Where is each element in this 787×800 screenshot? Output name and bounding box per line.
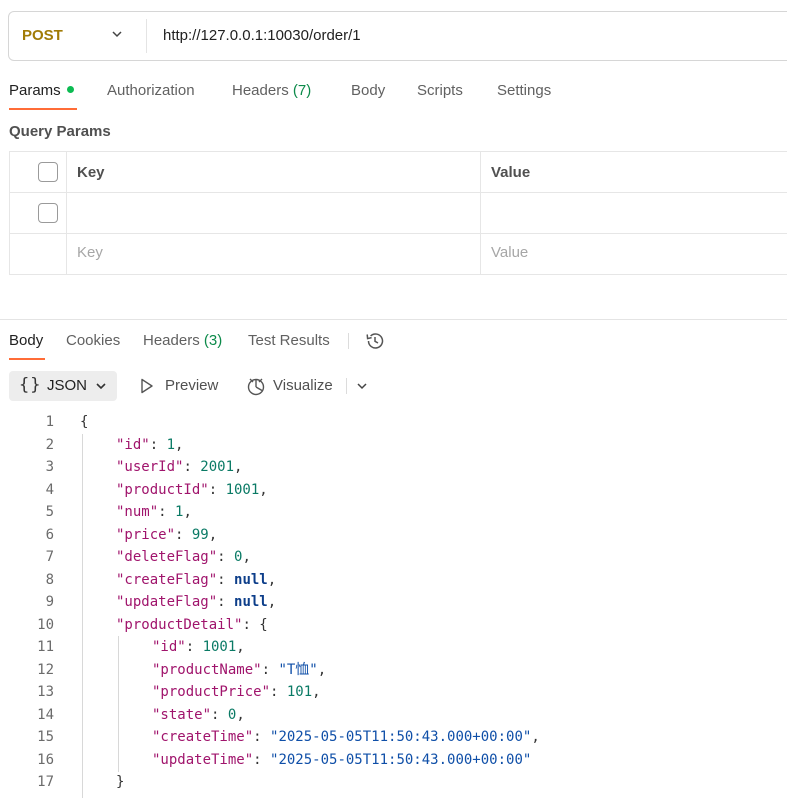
code-token: : xyxy=(261,661,279,678)
code-token: , xyxy=(234,459,243,475)
code-line: "id": 1001, xyxy=(152,636,245,659)
code-token: "deleteFlag" xyxy=(116,549,218,565)
line-number: 2 xyxy=(45,436,54,453)
code-line: "num": 1, xyxy=(116,501,192,524)
code-token: : xyxy=(217,571,235,588)
code-token: : xyxy=(270,684,287,700)
line-number: 1 xyxy=(45,414,54,430)
code-token: : xyxy=(183,459,201,475)
code-token: "id" xyxy=(152,639,186,655)
code-token: "productPrice" xyxy=(152,684,271,700)
code-token: "productName" xyxy=(152,661,262,678)
code-token: 99 xyxy=(191,526,209,543)
code-token: , xyxy=(208,526,218,543)
code-token: "price" xyxy=(116,526,176,543)
code-token: : xyxy=(175,526,192,543)
line-number: 12 xyxy=(37,661,54,678)
code-line: { xyxy=(80,411,88,434)
line-number: 15 xyxy=(37,729,54,745)
response-body-code: 1 {2 "id": 1, 3 "userId": 2001, 4 "productId":… xyxy=(0,0,787,800)
code-token: "createTime" xyxy=(152,729,254,745)
line-number: 8 xyxy=(45,571,54,588)
code-token: : xyxy=(217,549,235,565)
code-token: : xyxy=(149,436,167,453)
line-number: 16 xyxy=(37,751,54,768)
code-token: : xyxy=(208,481,226,498)
line-number: 9 xyxy=(45,594,54,610)
code-token: "state" xyxy=(152,706,212,723)
code-token: , xyxy=(317,661,327,678)
code-line: } xyxy=(116,771,124,794)
code-token: "num" xyxy=(116,504,159,520)
code-line: "id": 1, xyxy=(116,434,183,457)
code-token: "2025-05-05T11:50:43.000+00:00" xyxy=(270,751,532,768)
line-number: 3 xyxy=(45,459,54,475)
code-token: : xyxy=(253,729,271,745)
code-token: : xyxy=(253,751,271,768)
code-token: "updateFlag" xyxy=(116,594,218,610)
line-number: 5 xyxy=(45,504,54,520)
code-token: : xyxy=(185,639,203,655)
code-token: , xyxy=(267,571,277,588)
code-token: 1 xyxy=(166,436,176,453)
code-token: , xyxy=(183,504,192,520)
code-token: } xyxy=(116,774,125,790)
code-token: : xyxy=(158,504,176,520)
code-token: , xyxy=(531,729,540,745)
code-token: , xyxy=(242,549,251,565)
code-token: "createFlag" xyxy=(116,571,218,588)
code-token: , xyxy=(267,594,277,610)
code-token: "productId" xyxy=(116,481,209,498)
code-token: "updateTime" xyxy=(152,751,254,768)
line-number: 6 xyxy=(45,526,54,543)
code-token: "T恤" xyxy=(278,661,318,678)
code-token: : xyxy=(211,706,228,723)
code-token: : xyxy=(217,594,235,610)
line-number: 14 xyxy=(37,706,54,723)
line-number: 10 xyxy=(37,616,54,633)
line-number: 17 xyxy=(37,774,54,790)
code-line: "createTime": "2025-05-05T11:50:43.000+0… xyxy=(152,726,540,749)
code-line: "createFlag": null, xyxy=(116,569,276,592)
code-token: 101 xyxy=(286,684,313,700)
code-token: , xyxy=(259,481,268,498)
line-number: 13 xyxy=(37,684,54,700)
line-number: 4 xyxy=(45,481,54,498)
code-token: 1001 xyxy=(225,481,260,498)
line-number: 7 xyxy=(45,549,54,565)
code-line: "price": 99, xyxy=(116,524,217,547)
code-token: { xyxy=(80,414,89,430)
code-token: , xyxy=(236,706,245,723)
code-token: null xyxy=(234,594,268,610)
code-line: "state": 0, xyxy=(152,704,245,727)
code-token: "productDetail" xyxy=(116,616,243,633)
code-line: "productPrice": 101, xyxy=(152,681,321,704)
code-token: "2025-05-05T11:50:43.000+00:00" xyxy=(270,729,532,745)
code-line: "deleteFlag": 0, xyxy=(116,546,251,569)
code-line: "userId": 2001, xyxy=(116,456,242,479)
code-token: 1001 xyxy=(202,639,237,655)
code-token: , xyxy=(312,684,321,700)
code-token: : { xyxy=(242,616,268,633)
line-number: 11 xyxy=(37,639,54,655)
code-line: "productName": "T恤", xyxy=(152,659,326,682)
code-token: "id" xyxy=(116,436,150,453)
code-token: null xyxy=(234,571,268,588)
code-token: , xyxy=(175,436,184,453)
code-line: "productDetail": { xyxy=(116,614,268,637)
code-token: , xyxy=(236,639,245,655)
code-line: "productId": 1001, xyxy=(116,479,268,502)
code-token: 2001 xyxy=(200,459,235,475)
code-line: "updateFlag": null, xyxy=(116,591,276,614)
code-token: "userId" xyxy=(116,459,184,475)
code-line: "updateTime": "2025-05-05T11:50:43.000+0… xyxy=(152,749,531,772)
